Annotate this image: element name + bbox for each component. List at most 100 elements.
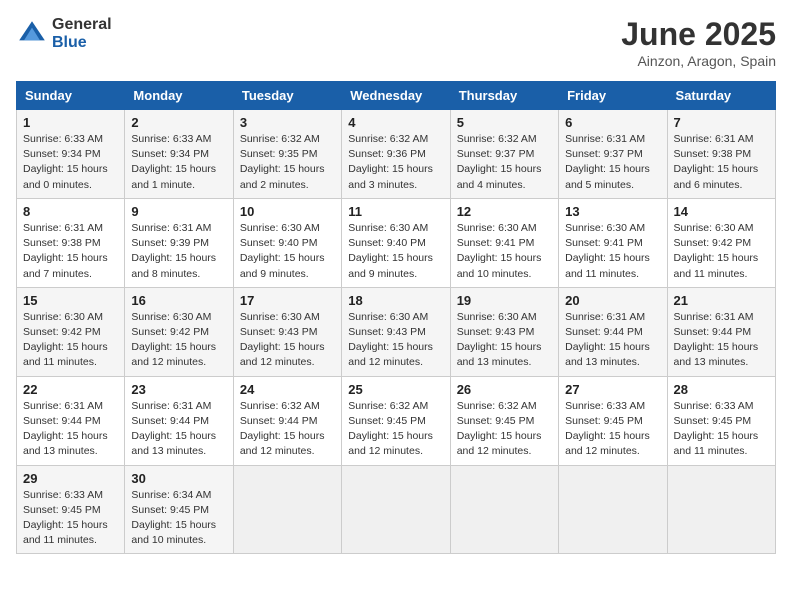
day-info: Sunrise: 6:32 AM Sunset: 9:35 PM Dayligh… [240,132,335,193]
sunset-label: Sunset: 9:42 PM [131,326,209,338]
sunset-label: Sunset: 9:40 PM [240,237,318,249]
logo: General Blue [16,16,112,51]
day-info: Sunrise: 6:34 AM Sunset: 9:45 PM Dayligh… [131,488,226,549]
calendar-cell: 1 Sunrise: 6:33 AM Sunset: 9:34 PM Dayli… [17,110,125,199]
calendar-cell: 22 Sunrise: 6:31 AM Sunset: 9:44 PM Dayl… [17,376,125,465]
sunset-label: Sunset: 9:45 PM [348,415,426,427]
calendar-cell: 30 Sunrise: 6:34 AM Sunset: 9:45 PM Dayl… [125,465,233,554]
day-info: Sunrise: 6:33 AM Sunset: 9:45 PM Dayligh… [565,399,660,460]
day-number: 12 [457,204,552,219]
day-info: Sunrise: 6:31 AM Sunset: 9:38 PM Dayligh… [23,221,118,282]
sunset-label: Sunset: 9:36 PM [348,148,426,160]
calendar-week-row: 15 Sunrise: 6:30 AM Sunset: 9:42 PM Dayl… [17,287,776,376]
day-info: Sunrise: 6:30 AM Sunset: 9:43 PM Dayligh… [457,310,552,371]
sunrise-label: Sunrise: 6:32 AM [240,400,320,412]
sunset-label: Sunset: 9:45 PM [457,415,535,427]
sunrise-label: Sunrise: 6:32 AM [348,400,428,412]
daylight-label: Daylight: 15 hours and 13 minutes. [674,341,759,368]
day-number: 7 [674,115,769,130]
logo-general-text: General [52,16,112,34]
calendar-table: SundayMondayTuesdayWednesdayThursdayFrid… [16,81,776,554]
calendar-week-row: 22 Sunrise: 6:31 AM Sunset: 9:44 PM Dayl… [17,376,776,465]
day-number: 13 [565,204,660,219]
sunset-label: Sunset: 9:45 PM [674,415,752,427]
sunset-label: Sunset: 9:37 PM [457,148,535,160]
sunrise-label: Sunrise: 6:31 AM [131,400,211,412]
sunset-label: Sunset: 9:42 PM [674,237,752,249]
sunrise-label: Sunrise: 6:31 AM [131,222,211,234]
calendar-cell: 23 Sunrise: 6:31 AM Sunset: 9:44 PM Dayl… [125,376,233,465]
day-info: Sunrise: 6:33 AM Sunset: 9:34 PM Dayligh… [131,132,226,193]
daylight-label: Daylight: 15 hours and 7 minutes. [23,252,108,279]
sunset-label: Sunset: 9:39 PM [131,237,209,249]
calendar-cell: 13 Sunrise: 6:30 AM Sunset: 9:41 PM Dayl… [559,198,667,287]
calendar-cell: 11 Sunrise: 6:30 AM Sunset: 9:40 PM Dayl… [342,198,450,287]
sunrise-label: Sunrise: 6:31 AM [565,133,645,145]
day-number: 27 [565,382,660,397]
sunset-label: Sunset: 9:40 PM [348,237,426,249]
sunrise-label: Sunrise: 6:33 AM [131,133,211,145]
day-info: Sunrise: 6:30 AM Sunset: 9:43 PM Dayligh… [348,310,443,371]
day-number: 25 [348,382,443,397]
day-number: 24 [240,382,335,397]
sunset-label: Sunset: 9:35 PM [240,148,318,160]
calendar-cell [559,465,667,554]
day-number: 18 [348,293,443,308]
daylight-label: Daylight: 15 hours and 3 minutes. [348,163,433,190]
daylight-label: Daylight: 15 hours and 11 minutes. [23,341,108,368]
calendar-cell: 28 Sunrise: 6:33 AM Sunset: 9:45 PM Dayl… [667,376,775,465]
sunrise-label: Sunrise: 6:30 AM [348,222,428,234]
day-number: 17 [240,293,335,308]
sunrise-label: Sunrise: 6:30 AM [565,222,645,234]
calendar-cell: 14 Sunrise: 6:30 AM Sunset: 9:42 PM Dayl… [667,198,775,287]
day-info: Sunrise: 6:32 AM Sunset: 9:36 PM Dayligh… [348,132,443,193]
day-info: Sunrise: 6:32 AM Sunset: 9:44 PM Dayligh… [240,399,335,460]
calendar-cell: 12 Sunrise: 6:30 AM Sunset: 9:41 PM Dayl… [450,198,558,287]
calendar-cell [233,465,341,554]
day-number: 26 [457,382,552,397]
daylight-label: Daylight: 15 hours and 9 minutes. [240,252,325,279]
day-info: Sunrise: 6:32 AM Sunset: 9:45 PM Dayligh… [348,399,443,460]
sunset-label: Sunset: 9:44 PM [674,326,752,338]
calendar-cell: 27 Sunrise: 6:33 AM Sunset: 9:45 PM Dayl… [559,376,667,465]
daylight-label: Daylight: 15 hours and 6 minutes. [674,163,759,190]
sunrise-label: Sunrise: 6:33 AM [674,400,754,412]
sunrise-label: Sunrise: 6:33 AM [23,489,103,501]
calendar-cell: 16 Sunrise: 6:30 AM Sunset: 9:42 PM Dayl… [125,287,233,376]
day-number: 10 [240,204,335,219]
column-header-friday: Friday [559,82,667,110]
sunrise-label: Sunrise: 6:33 AM [565,400,645,412]
day-number: 3 [240,115,335,130]
day-info: Sunrise: 6:30 AM Sunset: 9:41 PM Dayligh… [457,221,552,282]
daylight-label: Daylight: 15 hours and 12 minutes. [131,341,216,368]
calendar-cell: 21 Sunrise: 6:31 AM Sunset: 9:44 PM Dayl… [667,287,775,376]
calendar-week-row: 29 Sunrise: 6:33 AM Sunset: 9:45 PM Dayl… [17,465,776,554]
day-info: Sunrise: 6:30 AM Sunset: 9:40 PM Dayligh… [240,221,335,282]
daylight-label: Daylight: 15 hours and 5 minutes. [565,163,650,190]
day-number: 28 [674,382,769,397]
month-title: June 2025 [621,16,776,53]
daylight-label: Daylight: 15 hours and 1 minute. [131,163,216,190]
page-header: General Blue June 2025 Ainzon, Aragon, S… [16,16,776,69]
calendar-cell [450,465,558,554]
calendar-cell: 19 Sunrise: 6:30 AM Sunset: 9:43 PM Dayl… [450,287,558,376]
day-number: 20 [565,293,660,308]
sunset-label: Sunset: 9:44 PM [565,326,643,338]
calendar-week-row: 8 Sunrise: 6:31 AM Sunset: 9:38 PM Dayli… [17,198,776,287]
calendar-cell: 10 Sunrise: 6:30 AM Sunset: 9:40 PM Dayl… [233,198,341,287]
day-info: Sunrise: 6:30 AM Sunset: 9:42 PM Dayligh… [674,221,769,282]
column-header-wednesday: Wednesday [342,82,450,110]
daylight-label: Daylight: 15 hours and 8 minutes. [131,252,216,279]
sunset-label: Sunset: 9:44 PM [23,415,101,427]
column-header-thursday: Thursday [450,82,558,110]
daylight-label: Daylight: 15 hours and 13 minutes. [23,430,108,457]
day-info: Sunrise: 6:31 AM Sunset: 9:44 PM Dayligh… [674,310,769,371]
day-info: Sunrise: 6:30 AM Sunset: 9:42 PM Dayligh… [131,310,226,371]
column-header-sunday: Sunday [17,82,125,110]
calendar-cell: 6 Sunrise: 6:31 AM Sunset: 9:37 PM Dayli… [559,110,667,199]
sunrise-label: Sunrise: 6:30 AM [240,222,320,234]
calendar-week-row: 1 Sunrise: 6:33 AM Sunset: 9:34 PM Dayli… [17,110,776,199]
sunset-label: Sunset: 9:43 PM [457,326,535,338]
day-info: Sunrise: 6:30 AM Sunset: 9:43 PM Dayligh… [240,310,335,371]
calendar-cell: 26 Sunrise: 6:32 AM Sunset: 9:45 PM Dayl… [450,376,558,465]
